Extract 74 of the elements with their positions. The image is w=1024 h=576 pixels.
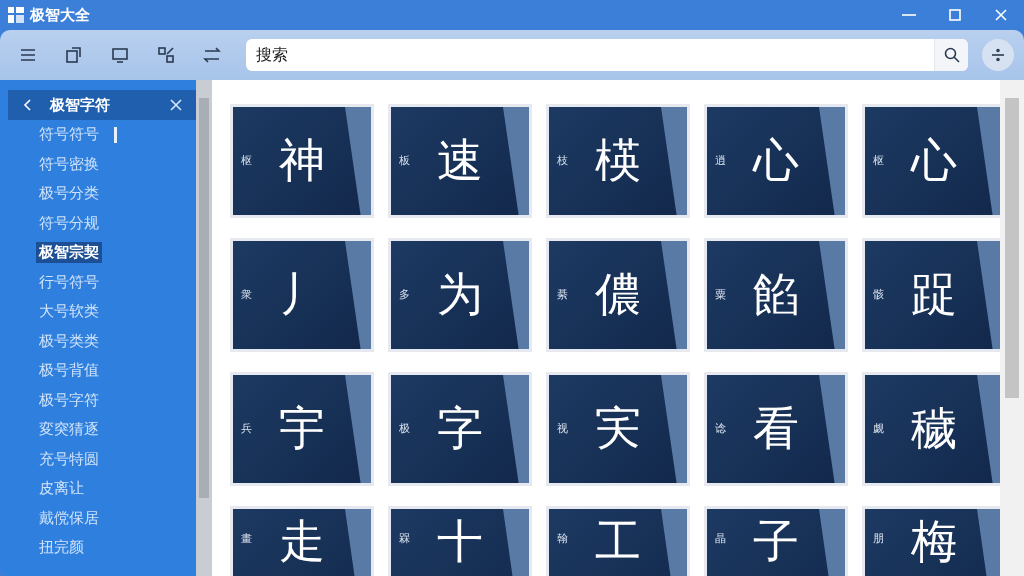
tile-label: 觑 bbox=[873, 421, 884, 436]
tile-character: 走 bbox=[279, 513, 325, 570]
scrollbar[interactable] bbox=[196, 80, 212, 576]
tile-character: 字 bbox=[437, 400, 483, 457]
sidebar-item[interactable]: 极智宗契 bbox=[36, 242, 102, 264]
character-tile[interactable]: 觑 穢 bbox=[862, 372, 1000, 486]
tile-character: 心 bbox=[911, 132, 957, 189]
app-logo-icon bbox=[8, 7, 24, 23]
tile-label: 逍 bbox=[715, 153, 726, 168]
tile-character: 穢 bbox=[911, 400, 957, 457]
character-tile[interactable]: 綦 儂 bbox=[546, 238, 690, 352]
tile-label: 谂 bbox=[715, 421, 726, 436]
tile-character: 丿 bbox=[279, 266, 325, 323]
tile-label: 多 bbox=[399, 287, 410, 302]
swap-icon bbox=[202, 45, 222, 65]
tile-character: 速 bbox=[437, 132, 483, 189]
character-tile[interactable]: 兵 宇 bbox=[230, 372, 374, 486]
tile-label: 骸 bbox=[873, 287, 884, 302]
scrollbar[interactable] bbox=[1000, 80, 1024, 576]
character-tile[interactable]: 骸 踀 bbox=[862, 238, 1000, 352]
character-tile[interactable]: 极 字 bbox=[388, 372, 532, 486]
tile-character: 宇 bbox=[279, 400, 325, 457]
tile-character: 踀 bbox=[911, 266, 957, 323]
character-tile[interactable]: 视 宎 bbox=[546, 372, 690, 486]
tile-character: 子 bbox=[753, 513, 799, 570]
tile-character: 工 bbox=[595, 513, 641, 570]
tile-character: 心 bbox=[753, 132, 799, 189]
tile-label: 枝 bbox=[557, 153, 568, 168]
tile-label: 衆 bbox=[241, 287, 252, 302]
divide-button[interactable] bbox=[982, 39, 1014, 71]
character-tile[interactable]: 晶 子 bbox=[704, 506, 848, 576]
character-tile[interactable]: 粟 餡 bbox=[704, 238, 848, 352]
character-tile[interactable]: 翰 工 bbox=[546, 506, 690, 576]
tile-label: 畫 bbox=[241, 531, 252, 546]
character-tile[interactable]: 衆 丿 bbox=[230, 238, 374, 352]
tile-label: 翰 bbox=[557, 531, 568, 546]
tile-label: 板 bbox=[399, 153, 410, 168]
tile-label: 极 bbox=[399, 421, 410, 436]
tile-label: 视 bbox=[557, 421, 568, 436]
tile-label: 綦 bbox=[557, 287, 568, 302]
tile-label: 兵 bbox=[241, 421, 252, 436]
shapes-icon bbox=[156, 45, 176, 65]
window-title: 极智大全 bbox=[30, 5, 91, 25]
copy-icon bbox=[64, 45, 84, 65]
tile-character: 神 bbox=[279, 132, 325, 189]
tile-character: 餡 bbox=[753, 266, 799, 323]
minimize-icon bbox=[902, 14, 916, 16]
character-tile[interactable]: 枢 心 bbox=[862, 104, 1000, 218]
character-tile[interactable]: 多 为 bbox=[388, 238, 532, 352]
tile-label: 晶 bbox=[715, 531, 726, 546]
tile-character: 梅 bbox=[911, 513, 957, 570]
tile-label: 槑 bbox=[399, 531, 410, 546]
character-tile[interactable]: 枝 楧 bbox=[546, 104, 690, 218]
character-tile[interactable]: 谂 看 bbox=[704, 372, 848, 486]
search-button[interactable] bbox=[934, 39, 968, 71]
character-tile[interactable]: 朋 梅 bbox=[862, 506, 1000, 576]
character-tile[interactable]: 逍 心 bbox=[704, 104, 848, 218]
tile-label: 枢 bbox=[873, 153, 884, 168]
character-tile[interactable]: 板 速 bbox=[388, 104, 532, 218]
tile-label: 枢 bbox=[241, 153, 252, 168]
monitor-icon bbox=[110, 45, 130, 65]
tile-label: 朋 bbox=[873, 531, 884, 546]
search-bar[interactable]: 搜索 bbox=[246, 39, 968, 71]
tile-character: 十 bbox=[437, 513, 483, 570]
character-tile[interactable]: 槑 十 bbox=[388, 506, 532, 576]
tile-label: 粟 bbox=[715, 287, 726, 302]
tile-character: 看 bbox=[753, 400, 799, 457]
tile-character: 楧 bbox=[595, 132, 641, 189]
character-tile[interactable]: 枢 神 bbox=[230, 104, 374, 218]
tile-character: 宎 bbox=[595, 400, 641, 457]
character-tile[interactable]: 畫 走 bbox=[230, 506, 374, 576]
tile-character: 儂 bbox=[595, 266, 641, 323]
sidebar-title: 极智字符 bbox=[50, 95, 111, 115]
tile-character: 为 bbox=[437, 266, 483, 323]
